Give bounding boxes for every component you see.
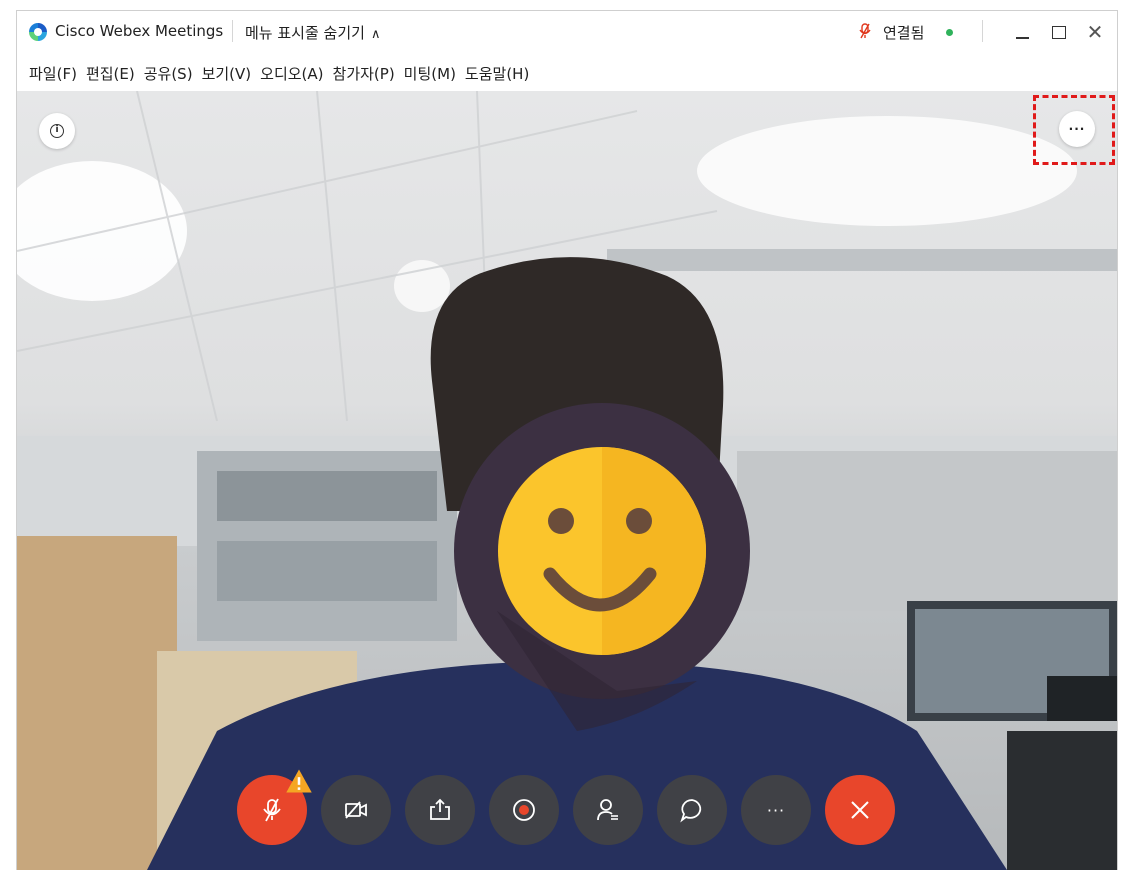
- leave-meeting-button[interactable]: [825, 775, 895, 845]
- start-video-button[interactable]: [321, 775, 391, 845]
- record-button[interactable]: [489, 775, 559, 845]
- more-controls-button[interactable]: ···: [741, 775, 811, 845]
- webex-window: Cisco Webex Meetings 메뉴 표시줄 숨기기 ∧ 연결됨 ✕ 파…: [16, 10, 1118, 870]
- video-more-options-button[interactable]: ···: [1059, 111, 1095, 147]
- chevron-up-icon: ∧: [370, 27, 381, 42]
- menu-view[interactable]: 보기(V): [202, 63, 252, 84]
- minimize-button[interactable]: [1007, 17, 1037, 47]
- menu-share[interactable]: 공유(S): [144, 63, 193, 84]
- menu-help[interactable]: 도움말(H): [465, 63, 529, 84]
- share-icon: [430, 798, 450, 820]
- participants-button[interactable]: [573, 775, 643, 845]
- webex-logo-icon: [29, 23, 47, 41]
- video-feed: i ··· ···: [17, 91, 1117, 870]
- mic-off-icon: [263, 798, 281, 822]
- title-divider: [232, 20, 233, 42]
- title-bar: Cisco Webex Meetings 메뉴 표시줄 숨기기 ∧ 연결됨 ✕: [17, 11, 1117, 53]
- video-scene: [17, 91, 1117, 870]
- menu-edit[interactable]: 편집(E): [86, 63, 135, 84]
- connected-dot-icon: [946, 29, 953, 36]
- menu-bar: 파일(F) 편집(E) 공유(S) 보기(V) 오디오(A) 참가자(P) 미팅…: [17, 55, 1117, 91]
- connection-status-label: 연결됨: [883, 24, 925, 42]
- menu-participants[interactable]: 참가자(P): [333, 63, 395, 84]
- chat-button[interactable]: [657, 775, 727, 845]
- record-icon: [513, 799, 535, 821]
- menu-file[interactable]: 파일(F): [29, 63, 77, 84]
- chat-icon: [680, 799, 702, 823]
- meeting-control-bar: ···: [237, 769, 897, 845]
- menu-audio[interactable]: 오디오(A): [260, 63, 323, 84]
- menu-meeting[interactable]: 미팅(M): [404, 63, 456, 84]
- maximize-button[interactable]: [1043, 17, 1073, 47]
- meeting-info-button[interactable]: i: [39, 113, 75, 149]
- hide-menu-bar-button[interactable]: 메뉴 표시줄 숨기기 ∧: [245, 22, 380, 43]
- close-icon: [851, 801, 869, 819]
- info-icon: i: [50, 124, 64, 138]
- window-close-button[interactable]: ✕: [1080, 17, 1110, 47]
- video-off-icon: [345, 801, 367, 819]
- mic-muted-status-icon[interactable]: [859, 23, 871, 43]
- app-title: Cisco Webex Meetings: [55, 22, 224, 40]
- hide-menu-bar-label: 메뉴 표시줄 숨기기: [245, 24, 365, 42]
- warning-icon: [286, 769, 312, 793]
- share-content-button[interactable]: [405, 775, 475, 845]
- participants-icon: [597, 799, 618, 821]
- unmute-button[interactable]: [237, 769, 312, 845]
- title-divider-2: [982, 20, 983, 42]
